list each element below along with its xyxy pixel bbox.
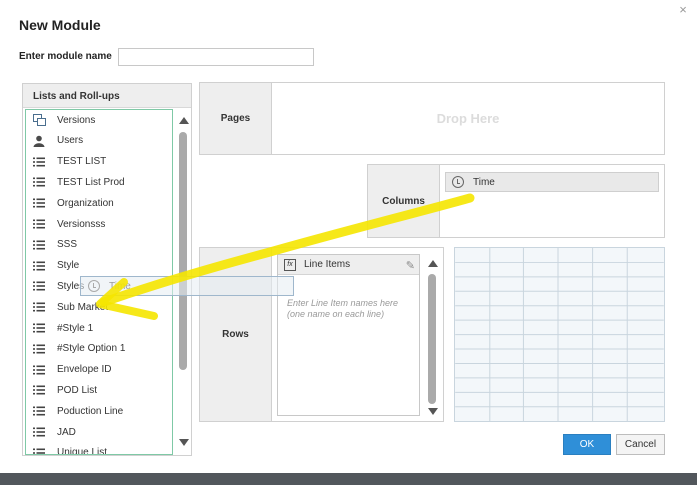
list-item[interactable]: Poduction Line (26, 401, 172, 421)
column-chip-time[interactable]: Time (445, 172, 659, 192)
list-icon (32, 301, 46, 313)
list-item-label: Users (57, 135, 84, 147)
list-item-label: TEST LIST (57, 156, 107, 168)
pages-drop-zone[interactable]: Drop Here (272, 82, 665, 155)
rows-scrollbar[interactable] (426, 258, 438, 418)
scroll-down-arrow-icon[interactable] (428, 408, 438, 415)
list-icon (32, 176, 46, 188)
list-item[interactable]: Versionsss (26, 214, 172, 234)
line-items-header[interactable]: fx Line Items ✎ (278, 255, 419, 275)
column-chip-label: Time (473, 176, 495, 188)
formula-icon: fx (284, 258, 296, 271)
list-icon (32, 280, 46, 292)
list-item-label: #Style 1 (57, 322, 94, 334)
list-item-label: Unique List (57, 447, 108, 455)
ok-button[interactable]: OK (563, 434, 611, 455)
list-icon (32, 322, 46, 334)
list-item[interactable]: Organization (26, 193, 172, 213)
list-icon (32, 260, 46, 272)
list-item-label: POD List (57, 384, 98, 396)
scroll-up-arrow-icon[interactable] (179, 117, 189, 124)
drag-ghost-label: Time (109, 280, 131, 292)
clock-icon (452, 176, 464, 188)
scroll-up-arrow-icon[interactable] (428, 260, 438, 267)
list-item[interactable]: SSS (26, 235, 172, 255)
list-item-label: SSS (57, 239, 78, 251)
close-icon[interactable]: × (676, 3, 690, 17)
list-item-label: Organization (57, 197, 114, 209)
drag-ghost-chip: Time (80, 276, 294, 296)
dialog-title: New Module (19, 17, 101, 33)
line-items-label: Line Items (304, 259, 351, 270)
list-item[interactable]: TEST List Prod (26, 172, 172, 192)
list-icon (32, 197, 46, 209)
module-name-label: Enter module name (19, 51, 112, 62)
cancel-button[interactable]: Cancel (616, 434, 665, 455)
list-item[interactable]: Style (26, 256, 172, 276)
list-icon (32, 156, 46, 168)
list-item[interactable]: #Style 1 (26, 318, 172, 338)
list-item-label: TEST List Prod (57, 176, 125, 188)
list-item[interactable]: Sub Market (26, 297, 172, 317)
columns-label: Columns (367, 164, 440, 238)
list-item-label: Versionsss (57, 218, 106, 230)
list-item[interactable]: JAD (26, 422, 172, 442)
list-item-label: JAD (57, 426, 76, 438)
list-item[interactable]: Unique List (26, 443, 172, 455)
scroll-down-arrow-icon[interactable] (179, 439, 189, 446)
grid-preview (454, 247, 665, 422)
user-icon (32, 135, 46, 147)
list-item-label: Poduction Line (57, 405, 124, 417)
list-icon (32, 447, 46, 454)
list-item-label: Versions (57, 114, 96, 126)
columns-drop-zone[interactable]: Time (440, 164, 665, 238)
clock-icon (88, 280, 100, 292)
list-item[interactable]: POD List (26, 380, 172, 400)
rows-label: Rows (199, 247, 272, 422)
pencil-icon[interactable]: ✎ (406, 259, 415, 272)
lists-panel: Lists and Roll-ups Versions Users TEST LIS… (22, 83, 192, 456)
module-name-input[interactable] (118, 48, 314, 66)
list-icon (32, 218, 46, 230)
list-item-label: Sub Market (57, 301, 109, 313)
list-item[interactable]: Users (26, 131, 172, 151)
list-item-label: #Style Option 1 (57, 343, 126, 355)
list-item[interactable]: #Style Option 1 (26, 339, 172, 359)
rows-drop-zone[interactable]: fx Line Items ✎ Enter Line Item names he… (272, 247, 444, 422)
list-icon (32, 405, 46, 417)
line-items-box: fx Line Items ✎ Enter Line Item names he… (277, 254, 420, 416)
lists-panel-header: Lists and Roll-ups (23, 84, 191, 108)
list-icon (32, 343, 46, 355)
scroll-thumb[interactable] (179, 132, 187, 370)
versions-icon (32, 114, 46, 126)
list-item[interactable]: Envelope ID (26, 360, 172, 380)
list-icon (32, 239, 46, 251)
list-item-label: Envelope ID (57, 364, 112, 376)
list-icon (32, 426, 46, 438)
list-icon (32, 384, 46, 396)
list-item-label: Style (57, 260, 80, 272)
pages-label: Pages (199, 82, 272, 155)
scroll-thumb[interactable] (428, 274, 436, 404)
line-items-placeholder[interactable]: Enter Line Item names here (one name on … (287, 298, 415, 320)
list-item[interactable]: Versions (26, 110, 172, 130)
footer-bar (0, 473, 697, 485)
list-item[interactable]: TEST LIST (26, 152, 172, 172)
list-icon (32, 364, 46, 376)
